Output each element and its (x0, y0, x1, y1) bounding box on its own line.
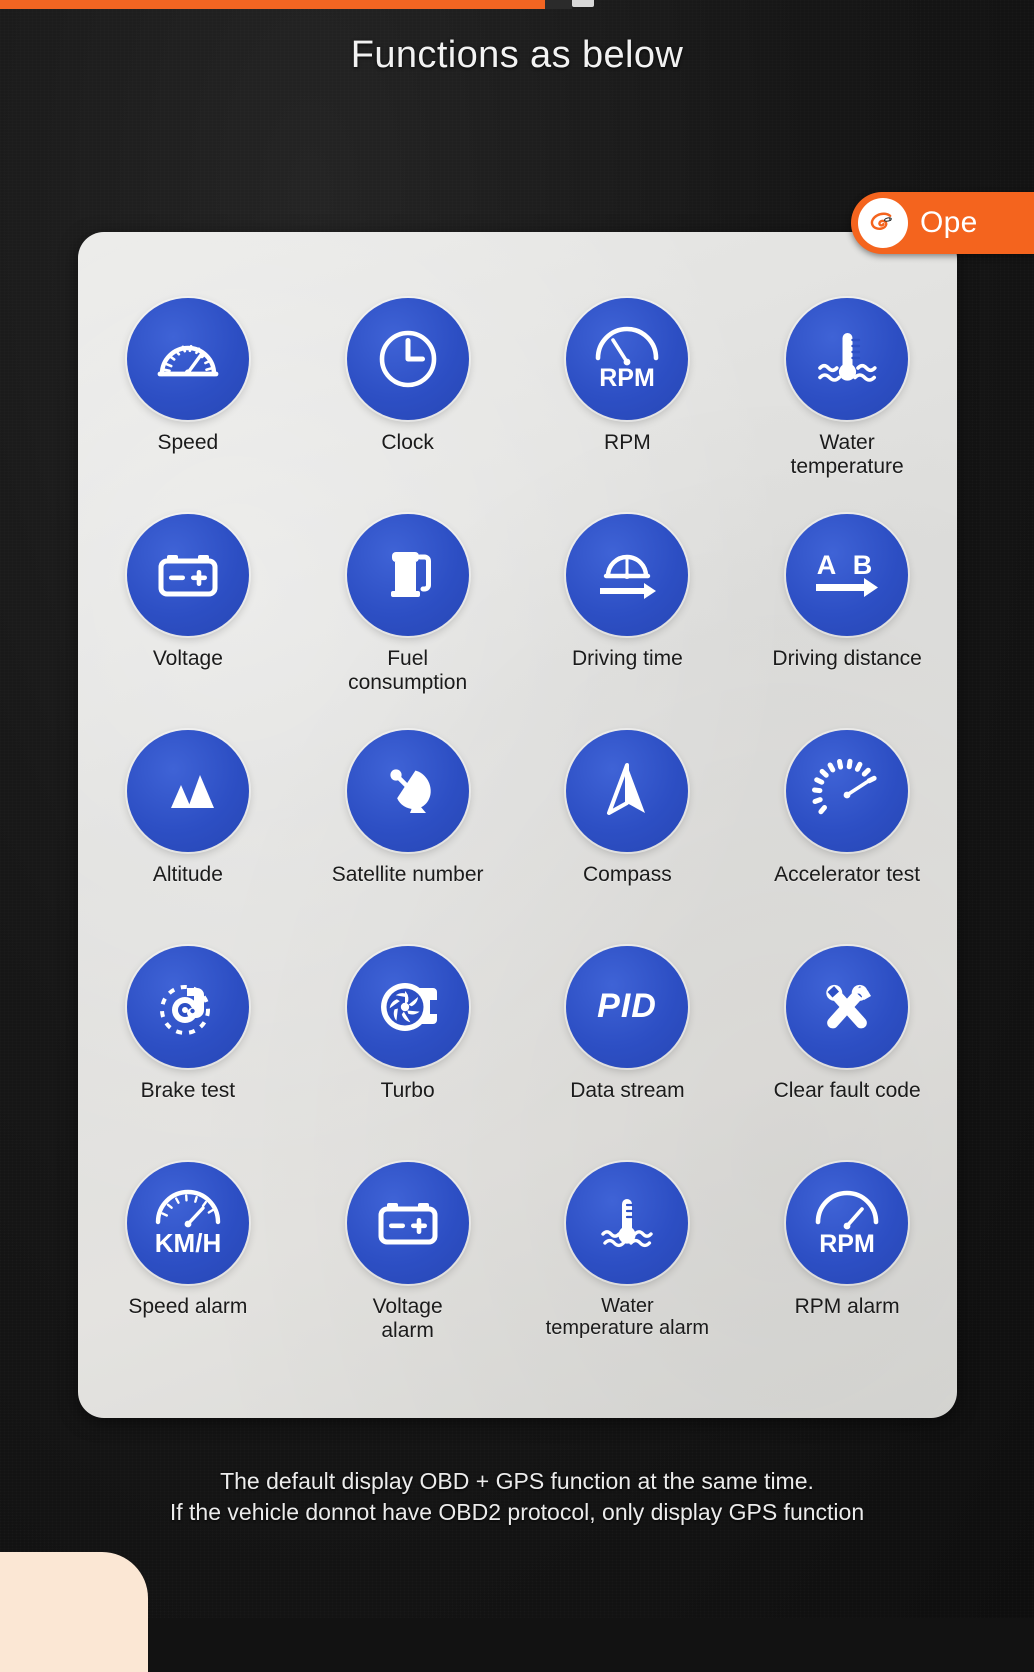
rpm-text: RPM (819, 1230, 875, 1258)
compass-needle-icon (566, 730, 689, 852)
rpm-text: RPM (600, 364, 656, 392)
feature-label: Clear fault code (773, 1079, 921, 1102)
turbocharger-icon (346, 946, 469, 1068)
feature-cell-data-stream[interactable]: PID Data stream (518, 940, 738, 1156)
feature-cell-driving-time[interactable]: Driving time (518, 508, 738, 724)
functions-panel: Speed Clock RPM RPM Water temperature Vo… (78, 232, 957, 1418)
driving-distance-text: A B (817, 550, 878, 580)
feature-label: Satellite number (331, 863, 484, 886)
feature-label: Data stream (570, 1079, 685, 1102)
battery-icon (126, 514, 249, 636)
feature-cell-accelerator-test[interactable]: Accelerator test (737, 724, 957, 940)
footer-note-line-1: The default display OBD + GPS function a… (220, 1468, 814, 1494)
feature-cell-voltage[interactable]: Voltage (78, 508, 298, 724)
feature-label: Brake test (140, 1079, 236, 1102)
feature-label: Fuel consumption (348, 647, 468, 694)
feature-cell-turbo[interactable]: Turbo (298, 940, 518, 1156)
feature-cell-compass[interactable]: Compass (518, 724, 738, 940)
feature-cell-speed[interactable]: Speed (78, 292, 298, 508)
rpm-gauge-icon: RPM (566, 298, 689, 420)
battery-icon (346, 1162, 469, 1284)
speedometer-gauge-icon (126, 298, 249, 420)
feature-cell-fuel-consumption[interactable]: Fuel consumption (298, 508, 518, 724)
accelerator-gauge-icon (786, 730, 909, 852)
feature-cell-water-temperature-alarm[interactable]: Water temperature alarm (518, 1156, 738, 1372)
feature-cell-driving-distance[interactable]: A B Driving distance (737, 508, 957, 724)
bottom-left-decoration (0, 1552, 148, 1672)
top-strip-tail (545, 0, 572, 9)
feature-cell-altitude[interactable]: Altitude (78, 724, 298, 940)
kmh-gauge-icon: KM/H (126, 1162, 249, 1284)
feature-cell-clear-fault-code[interactable]: Clear fault code (737, 940, 957, 1156)
feature-label: RPM (604, 431, 651, 454)
feature-cell-rpm-alarm[interactable]: RPM RPM alarm (737, 1156, 957, 1372)
feature-label: Driving time (571, 647, 683, 670)
fuel-pump-icon (346, 514, 469, 636)
kmh-text: KM/H (155, 1228, 221, 1258)
top-orange-strip (0, 0, 545, 9)
feature-cell-water-temperature[interactable]: Water temperature (737, 292, 957, 508)
feature-cell-satellite-number[interactable]: Satellite number (298, 724, 518, 940)
pid-text: PID (598, 987, 658, 1025)
water-temperature-icon (566, 1162, 689, 1284)
pid-text-icon: PID (566, 946, 689, 1068)
feature-label: Compass (583, 863, 672, 886)
feature-label: Water temperature alarm (545, 1295, 710, 1340)
footer-note-line-2: If the vehicle donnot have OBD2 protocol… (169, 1498, 865, 1525)
functions-grid: Speed Clock RPM RPM Water temperature Vo… (78, 292, 957, 1372)
mountains-icon (126, 730, 249, 852)
alibaba-logo-icon (858, 198, 908, 248)
footer-note: The default display OBD + GPS function a… (0, 1466, 1034, 1527)
feature-label: Clock (381, 431, 434, 454)
feature-label: Speed (157, 431, 219, 454)
feature-label: Voltage (152, 647, 223, 670)
driving-distance-icon: A B (786, 514, 909, 636)
feature-label: RPM alarm (794, 1295, 900, 1318)
feature-label: Accelerator test (774, 863, 921, 886)
brake-disc-icon (126, 946, 249, 1068)
feature-label: Driving distance (772, 647, 922, 670)
rpm-gauge-icon: RPM (786, 1162, 909, 1284)
feature-cell-voltage-alarm[interactable]: Voltage alarm (298, 1156, 518, 1372)
badge-label: Ope (920, 206, 978, 239)
clock-icon (346, 298, 469, 420)
feature-label: Water temperature (790, 431, 904, 478)
feature-label: Voltage alarm (372, 1295, 443, 1342)
feature-cell-clock[interactable]: Clock (298, 292, 518, 508)
crossed-wrenches-icon (786, 946, 909, 1068)
satellite-dish-icon (346, 730, 469, 852)
page-title: Functions as below (350, 34, 684, 76)
feature-cell-speed-alarm[interactable]: KM/H Speed alarm (78, 1156, 298, 1372)
feature-cell-rpm[interactable]: RPM RPM (518, 292, 738, 508)
top-strip-chip (572, 0, 594, 7)
feature-label: Turbo (380, 1079, 435, 1102)
feature-cell-brake-test[interactable]: Brake test (78, 940, 298, 1156)
marketplace-badge[interactable]: Ope (851, 192, 1034, 254)
water-temperature-icon (786, 298, 909, 420)
feature-label: Speed alarm (128, 1295, 248, 1318)
driving-time-icon (566, 514, 689, 636)
feature-label: Altitude (152, 863, 223, 886)
